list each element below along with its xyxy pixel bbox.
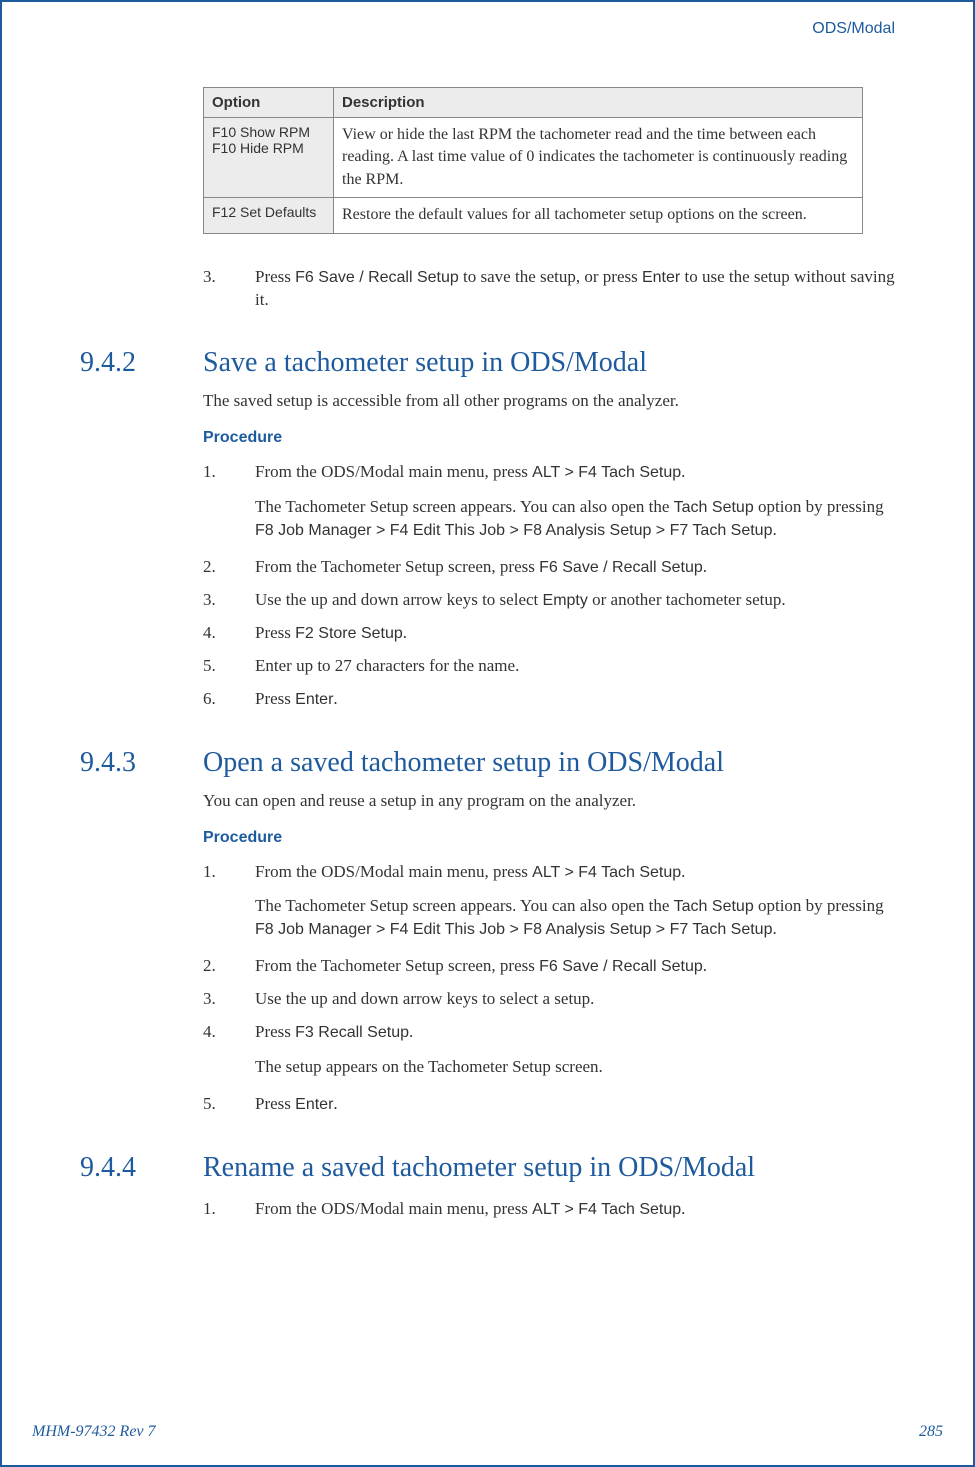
step-text: . xyxy=(772,919,776,938)
table-row: F12 Set Defaults Restore the default val… xyxy=(204,198,863,233)
key-label: Tach Setup xyxy=(674,499,754,516)
option-text: F10 Hide RPM xyxy=(212,140,304,156)
step-text: to save the setup, or press xyxy=(459,267,642,286)
procedure-list: From the ODS/Modal main menu, press ALT … xyxy=(203,861,895,1117)
body-text: The saved setup is accessible from all o… xyxy=(203,389,895,413)
table-row: F10 Show RPM F10 Hide RPM View or hide t… xyxy=(204,118,863,198)
step-text: From the Tachometer Setup screen, press xyxy=(255,956,539,975)
section-heading: 9.4.4 Rename a saved tachometer setup in… xyxy=(80,1152,895,1184)
key-label: F6 Save / Recall Setup xyxy=(539,958,703,975)
step-text: The Tachometer Setup screen appears. You… xyxy=(255,497,674,516)
list-item: From the Tachometer Setup screen, press … xyxy=(203,955,895,978)
step-text: . xyxy=(703,956,707,975)
procedure-label: Procedure xyxy=(203,829,895,847)
list-item: Press F3 Recall Setup. The setup appears… xyxy=(203,1021,895,1079)
step-text: . xyxy=(681,462,685,481)
step-text: . xyxy=(681,862,685,881)
section-number: 9.4.3 xyxy=(80,747,203,779)
list-item: Use the up and down arrow keys to select… xyxy=(203,988,895,1011)
table-cell-option: F12 Set Defaults xyxy=(204,198,334,233)
key-label: ALT > F4 Tach Setup xyxy=(532,864,681,881)
step-text: . xyxy=(409,1022,413,1041)
key-label: Enter xyxy=(295,1096,333,1113)
step-continuation: 3. Press F6 Save / Recall Setup to save … xyxy=(203,266,895,312)
list-item: Enter up to 27 characters for the name. xyxy=(203,655,895,678)
header-chapter-label: ODS/Modal xyxy=(812,20,895,38)
step-text: Press xyxy=(255,1094,295,1113)
list-item: Press F2 Store Setup. xyxy=(203,622,895,645)
step-text: Press xyxy=(255,1022,295,1041)
step-text: . xyxy=(403,623,407,642)
step-text: Press xyxy=(255,689,295,708)
table-cell-desc: View or hide the last RPM the tachometer… xyxy=(334,118,863,198)
list-item: From the ODS/Modal main menu, press ALT … xyxy=(203,1198,895,1221)
procedure-list: From the ODS/Modal main menu, press ALT … xyxy=(203,1198,895,1221)
footer-docid: MHM-97432 Rev 7 xyxy=(32,1423,156,1441)
section-number: 9.4.2 xyxy=(80,347,203,379)
footer-page-number: 285 xyxy=(919,1423,943,1441)
section-heading: 9.4.3 Open a saved tachometer setup in O… xyxy=(80,747,895,779)
key-label: F8 Job Manager > F4 Edit This Job > F8 A… xyxy=(255,522,772,539)
key-label: ALT > F4 Tach Setup xyxy=(532,464,681,481)
step-text: . xyxy=(772,520,776,539)
table-cell-desc: Restore the default values for all tacho… xyxy=(334,198,863,233)
section-title: Open a saved tachometer setup in ODS/Mod… xyxy=(203,747,724,779)
step-text: From the ODS/Modal main menu, press xyxy=(255,462,532,481)
option-text: F10 Show RPM xyxy=(212,124,310,140)
key-label: F2 Store Setup xyxy=(295,625,403,642)
step-sub-text: The Tachometer Setup screen appears. You… xyxy=(255,496,895,542)
key-label: Tach Setup xyxy=(674,898,754,915)
list-item: Use the up and down arrow keys to select… xyxy=(203,589,895,612)
page-content: Option Description F10 Show RPM F10 Hide… xyxy=(2,2,973,1291)
body-text: You can open and reuse a setup in any pr… xyxy=(203,789,895,813)
key-label: F6 Save / Recall Setup xyxy=(539,559,703,576)
step-text: option by pressing xyxy=(754,497,884,516)
step-text: Press xyxy=(255,623,295,642)
step-text: option by pressing xyxy=(754,896,884,915)
step-text: . xyxy=(703,557,707,576)
step-text: Use the up and down arrow keys to select xyxy=(255,590,543,609)
list-item: Press Enter. xyxy=(203,688,895,711)
section-title: Rename a saved tachometer setup in ODS/M… xyxy=(203,1152,755,1184)
step-sub-text: The setup appears on the Tachometer Setu… xyxy=(255,1056,895,1079)
list-item: From the ODS/Modal main menu, press ALT … xyxy=(203,861,895,942)
list-item: From the Tachometer Setup screen, press … xyxy=(203,556,895,579)
step-sub-text: The Tachometer Setup screen appears. You… xyxy=(255,895,895,941)
table-header-description: Description xyxy=(334,88,863,118)
step-text: . xyxy=(333,689,337,708)
section-title: Save a tachometer setup in ODS/Modal xyxy=(203,347,647,379)
section-heading: 9.4.2 Save a tachometer setup in ODS/Mod… xyxy=(80,347,895,379)
step-text: . xyxy=(681,1199,685,1218)
step-text: or another tachometer setup. xyxy=(588,590,786,609)
key-label: F3 Recall Setup xyxy=(295,1024,409,1041)
table-cell-option: F10 Show RPM F10 Hide RPM xyxy=(204,118,334,198)
procedure-list: From the ODS/Modal main menu, press ALT … xyxy=(203,461,895,711)
table-header-option: Option xyxy=(204,88,334,118)
step-text: . xyxy=(333,1094,337,1113)
step-text: From the ODS/Modal main menu, press xyxy=(255,862,532,881)
section-number: 9.4.4 xyxy=(80,1152,203,1184)
step-text: From the ODS/Modal main menu, press xyxy=(255,1199,532,1218)
key-label: Enter xyxy=(295,691,333,708)
step-text: Press xyxy=(255,267,295,286)
options-table: Option Description F10 Show RPM F10 Hide… xyxy=(203,87,863,234)
key-label: Enter xyxy=(642,269,680,286)
key-label: F8 Job Manager > F4 Edit This Job > F8 A… xyxy=(255,921,772,938)
list-item: From the ODS/Modal main menu, press ALT … xyxy=(203,461,895,542)
step-number: 3. xyxy=(203,266,216,289)
procedure-label: Procedure xyxy=(203,429,895,447)
step-text: From the Tachometer Setup screen, press xyxy=(255,557,539,576)
key-label: F6 Save / Recall Setup xyxy=(295,269,459,286)
step-text: The Tachometer Setup screen appears. You… xyxy=(255,896,674,915)
list-item: Press Enter. xyxy=(203,1093,895,1116)
page-footer: MHM-97432 Rev 7 285 xyxy=(32,1423,943,1441)
key-label: ALT > F4 Tach Setup xyxy=(532,1201,681,1218)
key-label: Empty xyxy=(543,592,588,609)
